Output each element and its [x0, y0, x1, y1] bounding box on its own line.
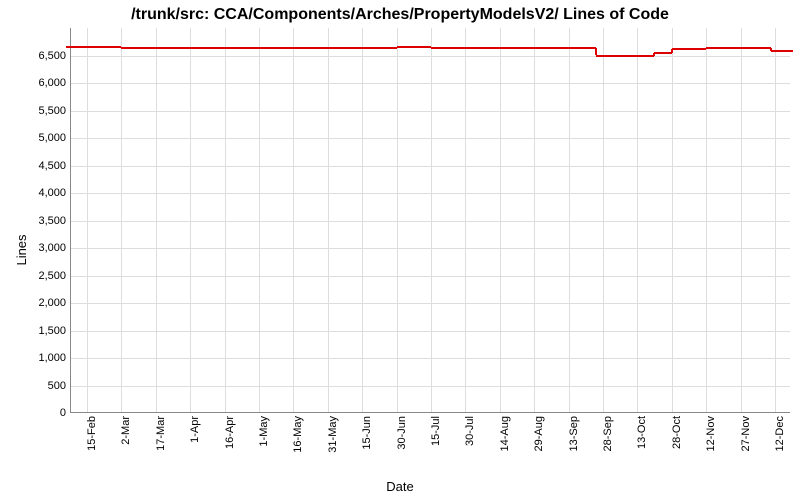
- data-line: [397, 46, 431, 48]
- grid-v: [362, 28, 363, 412]
- data-line: [362, 47, 396, 49]
- loc-line-chart: /trunk/src: CCA/Components/Arches/Proper…: [0, 0, 800, 500]
- data-line: [121, 47, 155, 49]
- x-tick: 16-Apr: [224, 416, 236, 449]
- x-tick: 15-Feb: [86, 416, 98, 451]
- data-line: [637, 55, 653, 57]
- grid-v: [259, 28, 260, 412]
- grid-v: [293, 28, 294, 412]
- x-tick: 1-Apr: [189, 416, 201, 443]
- x-tick: 30-Jul: [464, 416, 476, 446]
- grid-v: [534, 28, 535, 412]
- grid-v: [190, 28, 191, 412]
- x-tick: 12-Nov: [705, 416, 717, 451]
- data-line: [672, 48, 706, 50]
- y-tick: 3,000: [6, 242, 66, 254]
- data-line: [500, 47, 534, 49]
- grid-v: [672, 28, 673, 412]
- x-tick: 12-Dec: [774, 416, 786, 451]
- data-line: [190, 47, 224, 49]
- data-line: [596, 55, 637, 57]
- y-tick: 1,000: [6, 352, 66, 364]
- x-axis-label: Date: [0, 479, 800, 494]
- grid-v: [397, 28, 398, 412]
- y-tick: 2,500: [6, 270, 66, 282]
- grid-v: [328, 28, 329, 412]
- chart-title: /trunk/src: CCA/Components/Arches/Proper…: [0, 6, 800, 24]
- x-tick: 28-Sep: [602, 416, 614, 451]
- grid-v: [706, 28, 707, 412]
- data-line: [534, 47, 568, 49]
- x-tick: 15-Jun: [361, 416, 373, 450]
- x-tick: 14-Aug: [499, 416, 511, 451]
- y-tick: 2,000: [6, 297, 66, 309]
- grid-v: [741, 28, 742, 412]
- y-tick: 0: [6, 407, 66, 419]
- data-line: [771, 50, 793, 52]
- data-line: [293, 47, 327, 49]
- x-tick: 29-Aug: [533, 416, 545, 451]
- grid-v: [431, 28, 432, 412]
- x-tick: 31-May: [327, 416, 339, 453]
- y-tick: 4,500: [6, 160, 66, 172]
- grid-v: [775, 28, 776, 412]
- grid-v: [121, 28, 122, 412]
- grid-v: [637, 28, 638, 412]
- data-line: [431, 47, 465, 49]
- data-line: [66, 46, 87, 48]
- x-tick: 30-Jun: [396, 416, 408, 450]
- x-tick: 16-May: [292, 416, 304, 453]
- x-tick: 13-Sep: [568, 416, 580, 451]
- data-line: [569, 47, 597, 49]
- data-line: [87, 46, 121, 48]
- x-tick: 2-Mar: [120, 416, 132, 445]
- grid-v: [225, 28, 226, 412]
- x-tick: 28-Oct: [671, 416, 683, 449]
- y-tick: 6,500: [6, 50, 66, 62]
- y-tick: 500: [6, 380, 66, 392]
- y-tick: 4,000: [6, 187, 66, 199]
- grid-v: [569, 28, 570, 412]
- y-tick: 1,500: [6, 325, 66, 337]
- grid-v: [156, 28, 157, 412]
- x-tick: 17-Mar: [155, 416, 167, 451]
- grid-v: [603, 28, 604, 412]
- plot-area: [70, 28, 790, 413]
- y-tick: 6,000: [6, 77, 66, 89]
- x-tick: 13-Oct: [636, 416, 648, 449]
- data-line: [465, 47, 499, 49]
- grid-v: [465, 28, 466, 412]
- grid-v: [87, 28, 88, 412]
- data-line: [706, 47, 740, 49]
- data-line: [259, 47, 293, 49]
- data-line: [156, 47, 190, 49]
- data-line: [328, 47, 362, 49]
- y-tick: 5,000: [6, 132, 66, 144]
- data-line: [654, 52, 672, 54]
- data-line: [225, 47, 259, 49]
- x-tick: 15-Jul: [430, 416, 442, 446]
- grid-v: [500, 28, 501, 412]
- y-tick: 5,500: [6, 105, 66, 117]
- y-tick: 3,500: [6, 215, 66, 227]
- x-tick: 27-Nov: [740, 416, 752, 451]
- data-line: [741, 47, 771, 49]
- x-tick: 1-May: [258, 416, 270, 447]
